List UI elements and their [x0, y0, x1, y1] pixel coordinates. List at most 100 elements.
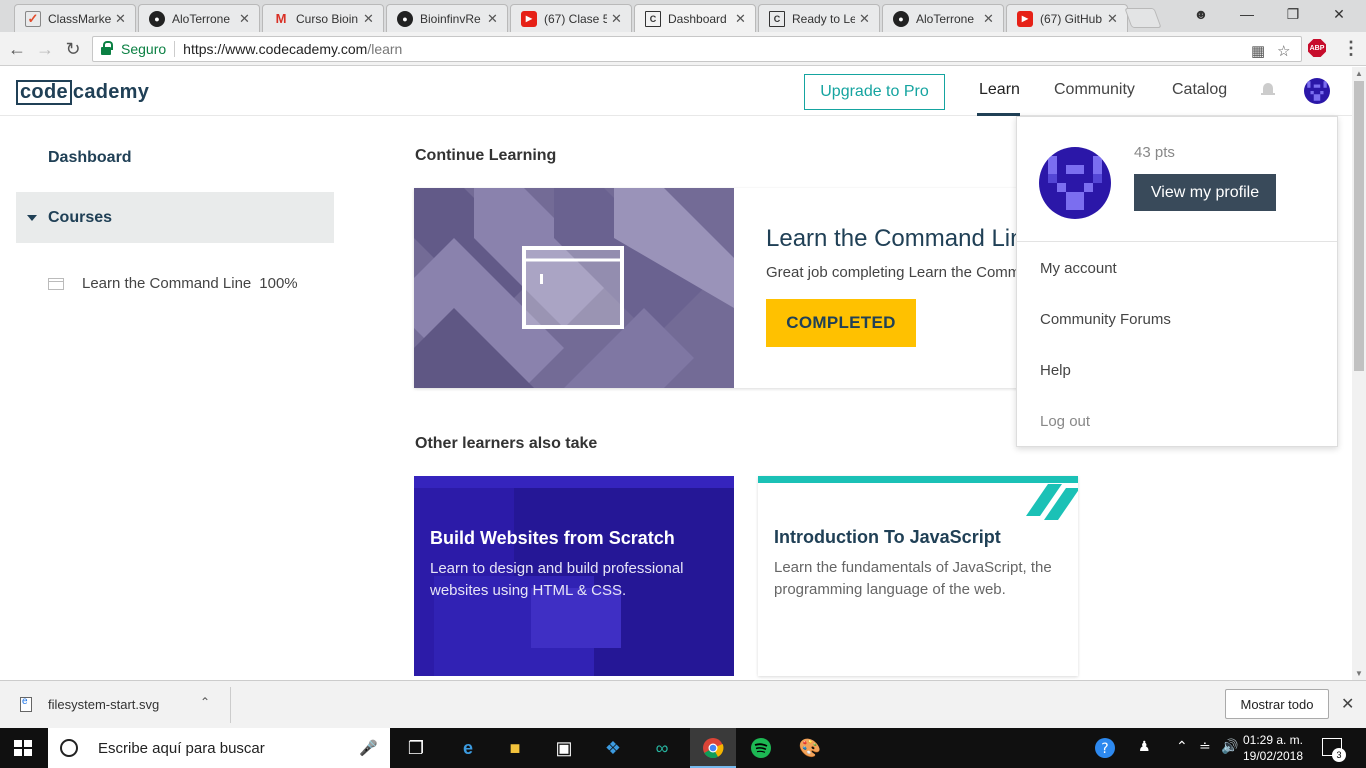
volume-icon[interactable]: 🔊: [1221, 738, 1238, 755]
divider: [230, 687, 231, 723]
close-icon[interactable]: ✕: [735, 11, 747, 27]
store-icon[interactable]: ▣: [552, 736, 576, 760]
maximize-button[interactable]: ❐: [1270, 0, 1316, 28]
codecademy-icon: C: [769, 10, 785, 27]
tab-youtube-1[interactable]: ▶ (67) Clase 5 ✕: [510, 4, 632, 32]
tab-label: ClassMarke: [48, 11, 111, 26]
task-view-icon[interactable]: ❐: [404, 736, 428, 760]
scroll-thumb[interactable]: [1354, 81, 1364, 371]
classmarker-icon: ✓: [25, 10, 41, 27]
continue-course-card[interactable]: Learn the Command Line Great job complet…: [414, 188, 1114, 388]
chevron-pattern-icon: [414, 188, 734, 388]
tab-github-1[interactable]: ● AloTerrone ✕: [138, 4, 260, 32]
sidebar-dashboard[interactable]: Dashboard: [48, 149, 132, 167]
spotify-icon[interactable]: [749, 736, 773, 760]
menu-item-my-account[interactable]: My account: [1040, 260, 1117, 277]
paint-icon[interactable]: 🎨: [798, 736, 822, 760]
show-all-button[interactable]: Mostrar todo: [1225, 689, 1329, 719]
course-card-javascript[interactable]: Introduction To JavaScript Learn the fun…: [758, 476, 1078, 676]
avatar[interactable]: [1304, 78, 1330, 104]
chevron-up-icon[interactable]: ⌃: [200, 695, 210, 709]
tab-label: Dashboard: [668, 11, 727, 26]
back-arrow-icon[interactable]: ←: [4, 36, 30, 62]
tab-github-2[interactable]: ● BioinfinvRe ✕: [386, 4, 508, 32]
course-title: Learn the Command Line: [766, 225, 1037, 252]
minimize-button[interactable]: —: [1224, 0, 1270, 28]
completed-button[interactable]: COMPLETED: [766, 299, 916, 347]
active-nav-indicator: [977, 113, 1020, 116]
bell-icon[interactable]: [1261, 83, 1275, 97]
tab-classmarker[interactable]: ✓ ClassMarke ✕: [14, 4, 136, 32]
close-icon[interactable]: ✕: [115, 11, 127, 27]
chevron-up-icon[interactable]: ⌃: [1176, 738, 1188, 755]
url-path: /learn: [367, 41, 403, 57]
new-tab-button[interactable]: [1124, 8, 1162, 28]
address-bar[interactable]: Seguro https://www.codecademy.com/learn …: [92, 36, 1302, 62]
tab-label: (67) Clase 5: [544, 11, 607, 26]
sidebar-courses[interactable]: Courses: [16, 192, 334, 243]
site-header: code cademy Upgrade to Pro Learn Communit…: [0, 67, 1352, 116]
download-item[interactable]: filesystem-start.svg: [20, 696, 159, 712]
close-icon[interactable]: ✕: [859, 11, 871, 27]
menu-item-help[interactable]: Help: [1040, 362, 1071, 379]
card-title: Build Websites from Scratch: [430, 528, 675, 548]
dropbox-icon[interactable]: ❖: [601, 736, 625, 760]
browser-menu-icon[interactable]: ⋮: [1342, 38, 1360, 59]
close-icon[interactable]: ✕: [487, 11, 499, 27]
close-icon[interactable]: ✕: [1107, 11, 1119, 27]
clock-time: 01:29 a. m.: [1242, 733, 1304, 747]
tab-youtube-2[interactable]: ▶ (67) GitHub ✕: [1006, 4, 1128, 32]
upgrade-to-pro-button[interactable]: Upgrade to Pro: [804, 74, 945, 110]
tab-ready-to-learn[interactable]: C Ready to Le ✕: [758, 4, 880, 32]
tab-dashboard[interactable]: C Dashboard ✕: [634, 4, 756, 32]
arduino-icon[interactable]: ∞: [650, 736, 674, 760]
profile-dropdown-menu: 43 pts View my profile My account Commun…: [1016, 116, 1338, 447]
file-explorer-icon[interactable]: ■: [503, 736, 527, 760]
close-icon[interactable]: ✕: [239, 11, 251, 27]
windows-start-icon[interactable]: [14, 740, 32, 756]
card-title: Introduction To JavaScript: [774, 527, 1001, 547]
people-icon[interactable]: ♟: [1138, 738, 1151, 755]
close-icon[interactable]: ✕: [1341, 694, 1354, 714]
edge-icon[interactable]: e: [456, 736, 480, 760]
help-icon[interactable]: ?: [1093, 736, 1117, 760]
menu-item-community-forums[interactable]: Community Forums: [1040, 311, 1171, 328]
taskbar-search[interactable]: Escribe aquí para buscar 🎤: [48, 728, 390, 768]
adblock-icon[interactable]: ABP: [1308, 39, 1326, 57]
codecademy-page: code cademy Upgrade to Pro Learn Communit…: [0, 67, 1352, 680]
spotify-logo: [751, 738, 771, 758]
codecademy-logo[interactable]: code cademy: [16, 80, 149, 105]
url-host: https://www.codecademy.com: [183, 41, 368, 57]
reload-icon[interactable]: ↻: [60, 36, 86, 62]
profile-icon[interactable]: ☻: [1178, 0, 1224, 28]
tab-label: Ready to Le: [792, 11, 855, 26]
tab-github-3[interactable]: ● AloTerrone ✕: [882, 4, 1004, 32]
menu-item-log-out[interactable]: Log out: [1040, 413, 1090, 430]
microphone-icon[interactable]: 🎤: [359, 739, 378, 757]
profile-avatar[interactable]: [1039, 147, 1111, 219]
star-icon[interactable]: ☆: [1277, 42, 1290, 60]
tab-label: AloTerrone: [916, 11, 975, 26]
scroll-down-icon[interactable]: ▼: [1355, 669, 1363, 678]
avatar-pattern: [1048, 156, 1102, 210]
nav-catalog[interactable]: Catalog: [1172, 81, 1227, 99]
youtube-icon: ▶: [1017, 10, 1033, 27]
wifi-icon[interactable]: ≐: [1199, 738, 1211, 755]
close-icon[interactable]: ✕: [983, 11, 995, 27]
view-profile-button[interactable]: View my profile: [1134, 174, 1276, 211]
translate-icon[interactable]: ▦: [1251, 42, 1265, 60]
cortana-icon: [60, 739, 78, 757]
close-icon[interactable]: ✕: [363, 11, 375, 27]
course-card-web[interactable]: Build Websites from Scratch Learn to des…: [414, 476, 734, 676]
nav-learn[interactable]: Learn: [979, 81, 1020, 99]
nav-community[interactable]: Community: [1054, 81, 1135, 99]
sidebar-item-command-line[interactable]: Learn the Command Line 100%: [48, 275, 298, 292]
chrome-icon[interactable]: [701, 736, 725, 760]
tab-gmail[interactable]: M Curso Bioin ✕: [262, 4, 384, 32]
window-close-button[interactable]: ✕: [1316, 0, 1362, 28]
system-clock[interactable]: 01:29 a. m. 19/02/2018: [1240, 732, 1306, 764]
scroll-up-icon[interactable]: ▲: [1355, 69, 1363, 78]
forward-arrow-icon[interactable]: →: [32, 36, 58, 62]
page-scrollbar[interactable]: ▲ ▼: [1352, 67, 1366, 680]
close-icon[interactable]: ✕: [611, 11, 623, 27]
